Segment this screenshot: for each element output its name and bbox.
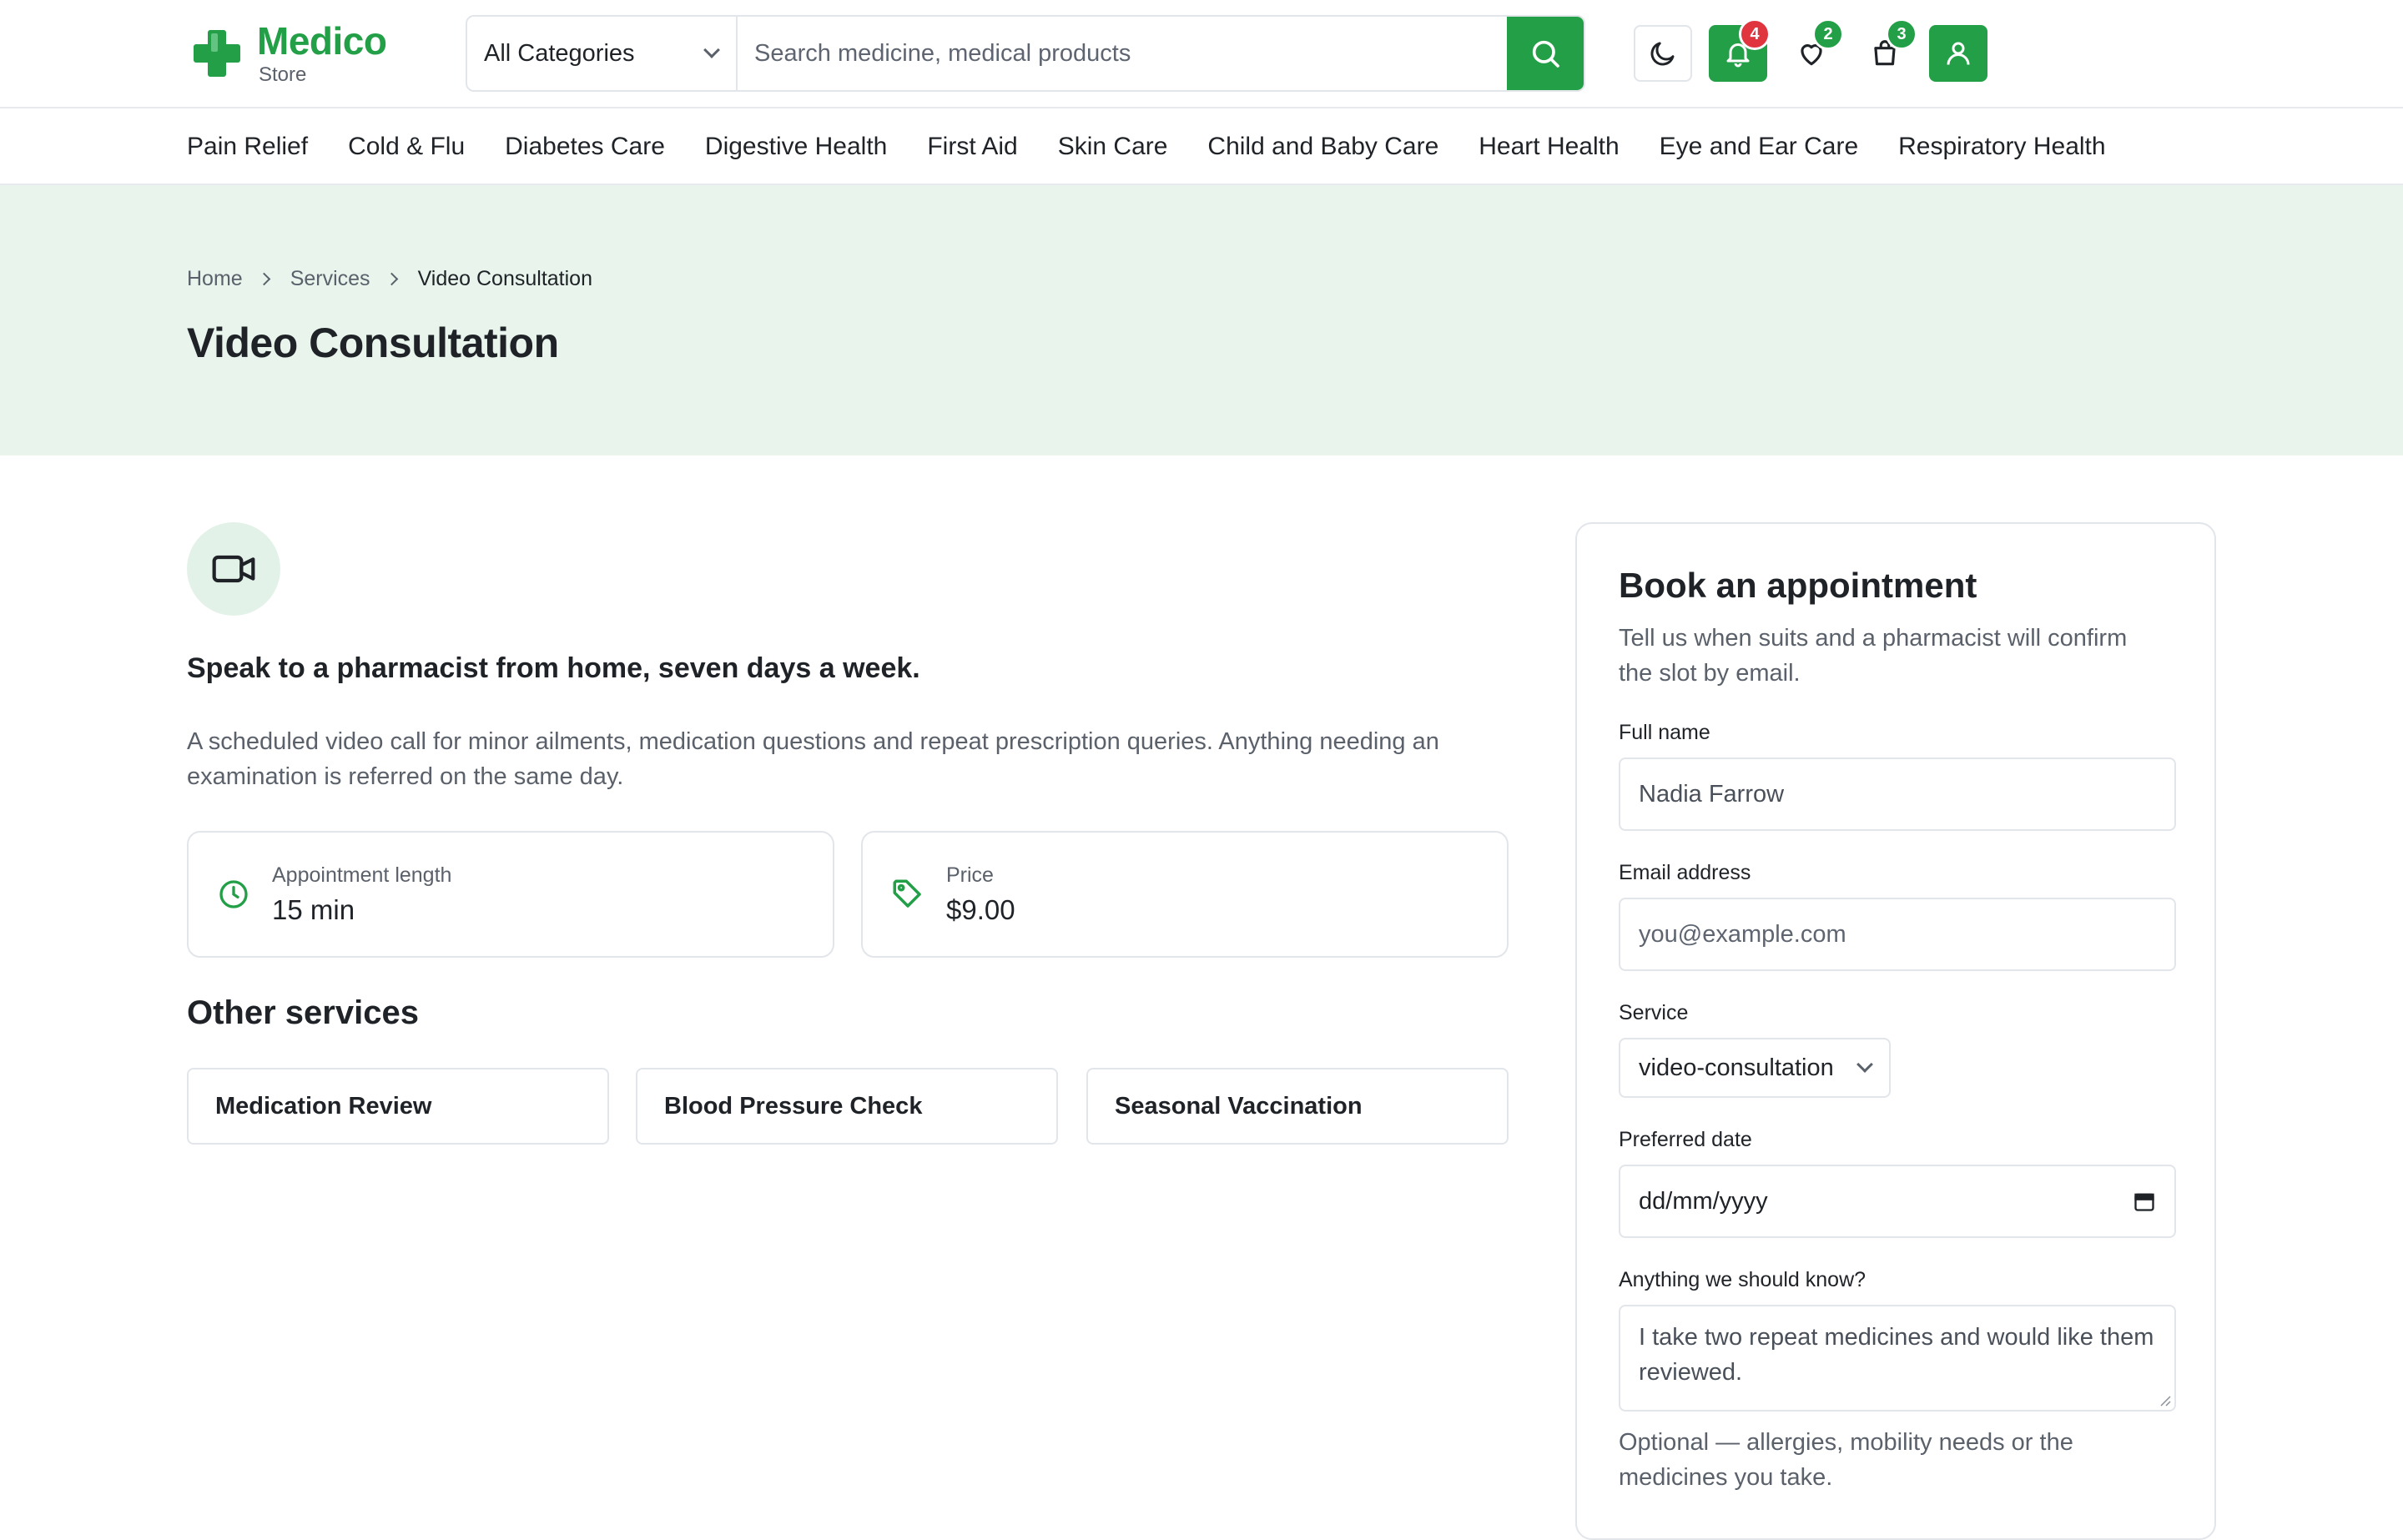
appointment-length-value: 15 min xyxy=(272,893,355,925)
category-link[interactable]: Heart Health xyxy=(1479,133,1619,161)
calendar-icon[interactable] xyxy=(2133,1190,2156,1213)
preferred-date-input[interactable]: dd/mm/yyyy xyxy=(1619,1165,2176,1238)
brand-name: Medico xyxy=(257,19,387,63)
notes-hint: Optional — allergies, mobility needs or … xyxy=(1619,1429,2073,1491)
notifications-count-badge: 4 xyxy=(1739,18,1771,50)
price-card: Price $9.00 xyxy=(861,831,1509,958)
email-label: Email address xyxy=(1619,861,1751,884)
booking-title: Book an appointment xyxy=(1619,566,1977,605)
booking-subtitle: Tell us when suits and a pharmacist will… xyxy=(1619,625,2128,687)
user-icon xyxy=(1947,42,1970,65)
service-label: Service xyxy=(1619,1001,1689,1024)
breadcrumb-home[interactable]: Home xyxy=(187,267,243,291)
category-link[interactable]: Skin Care xyxy=(1058,133,1168,161)
brand-subtitle: Store xyxy=(259,63,307,86)
cart-count-badge: 3 xyxy=(1886,18,1917,50)
resize-handle-icon[interactable] xyxy=(2159,1395,2171,1407)
chevron-down-icon xyxy=(1856,1056,1873,1073)
appointment-length-card: Appointment length 15 min xyxy=(187,831,834,958)
service-tagline: Speak to a pharmacist from home, seven d… xyxy=(187,652,920,684)
video-camera-icon xyxy=(212,555,255,583)
category-link[interactable]: Digestive Health xyxy=(705,133,887,161)
notes-textarea-value: I take two repeat medicines and would li… xyxy=(1639,1324,2154,1386)
price-tag-icon xyxy=(893,879,921,908)
chevron-right-icon xyxy=(385,272,398,286)
search-input[interactable] xyxy=(738,17,1507,90)
page-title: Video Consultation xyxy=(187,320,559,366)
category-select-value: All Categories xyxy=(484,39,635,67)
chevron-down-icon xyxy=(703,42,720,58)
full-name-label: Full name xyxy=(1619,721,1710,744)
search-bar: All Categories xyxy=(466,15,1585,92)
appointment-length-label: Appointment length xyxy=(272,863,452,887)
price-label: Price xyxy=(946,863,994,887)
preferred-date-label: Preferred date xyxy=(1619,1128,1752,1151)
account-button[interactable] xyxy=(1929,25,1987,82)
other-services-title: Other services xyxy=(187,994,419,1031)
date-placeholder: dd/mm/yyyy xyxy=(1639,1187,1768,1215)
category-link[interactable]: First Aid xyxy=(927,133,1017,161)
category-link[interactable]: Pain Relief xyxy=(187,133,308,161)
category-select[interactable]: All Categories xyxy=(467,17,738,90)
other-service-card[interactable]: Seasonal Vaccination xyxy=(1086,1068,1509,1145)
category-nav: Pain Relief Cold & Flu Diabetes Care Dig… xyxy=(0,110,2403,185)
category-link[interactable]: Child and Baby Care xyxy=(1207,133,1438,161)
moon-icon xyxy=(1650,42,1675,66)
email-input[interactable] xyxy=(1619,898,2176,971)
category-link[interactable]: Respiratory Health xyxy=(1898,133,2105,161)
service-description: A scheduled video call for minor ailment… xyxy=(187,728,1439,790)
breadcrumb-services[interactable]: Services xyxy=(290,267,370,291)
page-hero: Home Services Video Consultation Video C… xyxy=(0,185,2403,455)
price-value: $9.00 xyxy=(946,893,1015,925)
search-button[interactable] xyxy=(1507,17,1584,90)
booking-panel: Book an appointment Tell us when suits a… xyxy=(1575,522,2216,1540)
service-select-value: video-consultation xyxy=(1639,1054,1834,1081)
medical-cross-icon xyxy=(190,27,244,80)
category-link[interactable]: Diabetes Care xyxy=(505,133,665,161)
other-service-card[interactable]: Blood Pressure Check xyxy=(636,1068,1058,1145)
brand-logo[interactable]: Medico Store xyxy=(190,19,387,86)
theme-toggle-button[interactable] xyxy=(1634,25,1692,82)
category-link[interactable]: Cold & Flu xyxy=(348,133,465,161)
notes-textarea[interactable]: I take two repeat medicines and would li… xyxy=(1619,1305,2176,1412)
breadcrumb-current: Video Consultation xyxy=(417,267,592,290)
full-name-input[interactable] xyxy=(1619,757,2176,831)
top-header: Medico Store All Categories xyxy=(0,0,2403,108)
clock-icon xyxy=(219,880,248,908)
chevron-right-icon xyxy=(257,272,270,286)
breadcrumb: Home Services Video Consultation xyxy=(187,267,592,291)
other-service-card[interactable]: Medication Review xyxy=(187,1068,609,1145)
service-select[interactable]: video-consultation xyxy=(1619,1038,1891,1098)
service-icon-circle xyxy=(187,522,280,616)
search-icon xyxy=(1532,40,1559,68)
notes-label: Anything we should know? xyxy=(1619,1268,1866,1291)
wishlist-count-badge: 2 xyxy=(1812,18,1844,50)
category-link[interactable]: Eye and Ear Care xyxy=(1660,133,1858,161)
